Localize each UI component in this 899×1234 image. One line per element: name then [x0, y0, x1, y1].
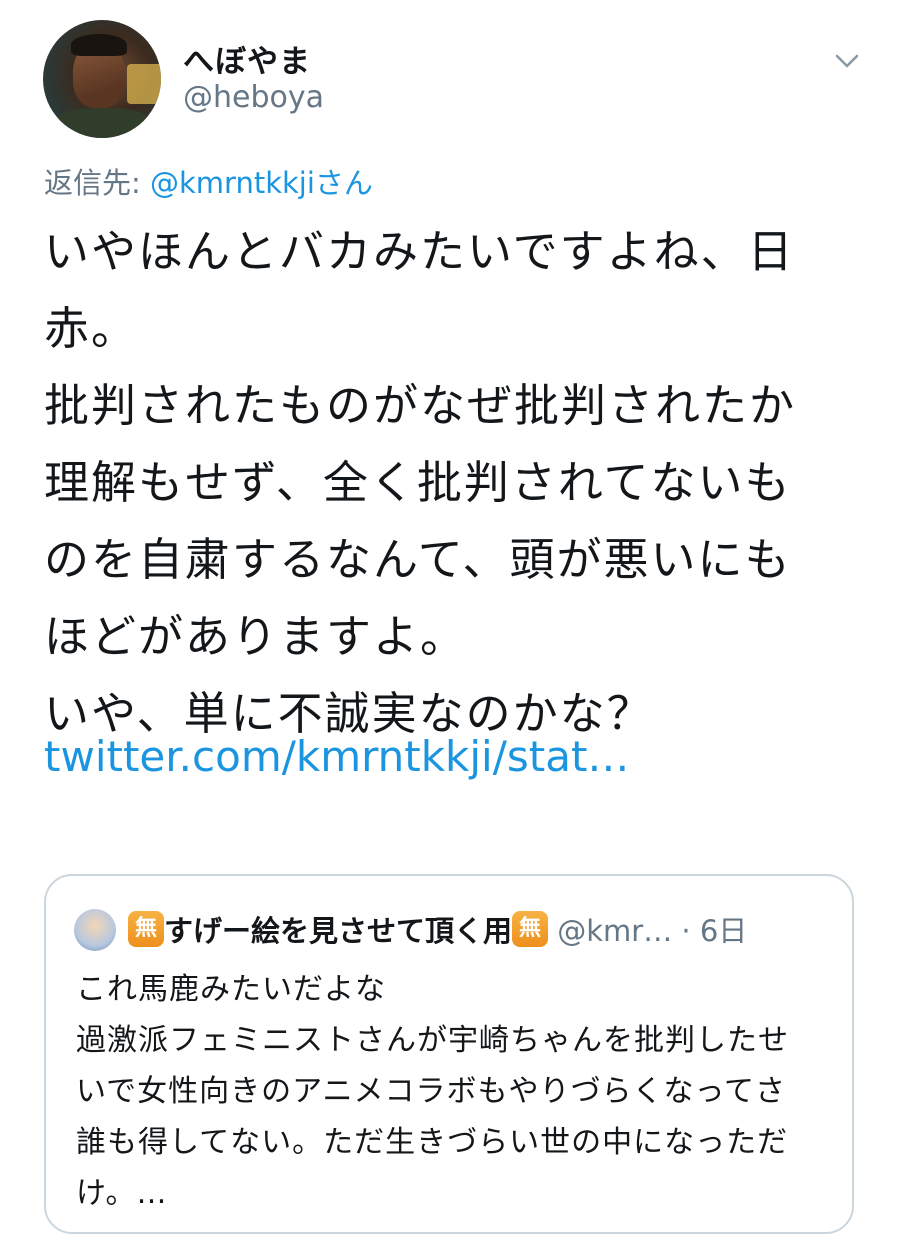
tweet: へぼやま @heboya 返信先: @kmrntkkjiさん いやほんとバカみた…	[0, 0, 899, 1234]
chevron-down-icon[interactable]	[832, 50, 862, 72]
user-handle[interactable]: @heboya	[183, 80, 324, 115]
quoted-text-line: これ馬鹿みたいだよな	[76, 972, 386, 1007]
avatar-background-sign	[127, 64, 161, 104]
tweet-text-line: いやほんとバカみたいですよね、日	[44, 225, 795, 278]
profile-avatar[interactable]	[43, 20, 161, 138]
quoted-avatar[interactable]	[74, 909, 116, 951]
tweet-text-line: 理解もせず、全く批判されてないも	[44, 456, 792, 509]
tweet-text-line: 赤。	[44, 302, 139, 355]
quoted-text-line: 誰も得してない。ただ生きづらい世の中になっただ	[76, 1125, 789, 1160]
quoted-tweet[interactable]: 無すげー絵を見させて頂く用無 @kmr… · 6日 これ馬鹿みたいだよな 過激派…	[44, 874, 854, 1234]
tweet-text-line: 批判されたものがなぜ批判されたか	[44, 379, 797, 432]
tweet-text-line: ほどがありますよ。	[44, 610, 468, 663]
quoted-text-line: け。…	[76, 1176, 168, 1211]
tweet-text-line: のを自粛するなんて、頭が悪いにも	[44, 533, 792, 586]
avatar-shirt	[53, 108, 153, 138]
tweet-text: いやほんとバカみたいですよね、日 赤。 批判されたものがなぜ批判されたか 理解も…	[44, 213, 864, 752]
tweet-link[interactable]: twitter.com/kmrntkkji/stat…	[44, 732, 629, 781]
reply-prefix: 返信先:	[44, 166, 150, 200]
display-name[interactable]: へぼやま	[183, 36, 311, 81]
avatar-hair	[71, 34, 127, 56]
reply-to-link[interactable]: @kmrntkkjiさん	[150, 166, 373, 200]
reply-context: 返信先: @kmrntkkjiさん	[44, 160, 373, 202]
quoted-text-line: いで女性向きのアニメコラボもやりづらくなってさ	[76, 1074, 786, 1109]
free-badge-icon: 無	[128, 911, 164, 947]
quoted-header: 無すげー絵を見させて頂く用無 @kmr… · 6日	[128, 908, 747, 950]
quoted-text: これ馬鹿みたいだよな 過激派フェミニストさんが宇崎ちゃんを批判したせ いで女性向…	[76, 964, 836, 1219]
quoted-display-name[interactable]: すげー絵を見させて頂く用	[164, 914, 512, 948]
quoted-text-line: 過激派フェミニストさんが宇崎ちゃんを批判したせ	[76, 1023, 789, 1058]
free-badge-icon: 無	[512, 911, 549, 947]
quoted-handle-time: @kmr… · 6日	[548, 914, 748, 948]
